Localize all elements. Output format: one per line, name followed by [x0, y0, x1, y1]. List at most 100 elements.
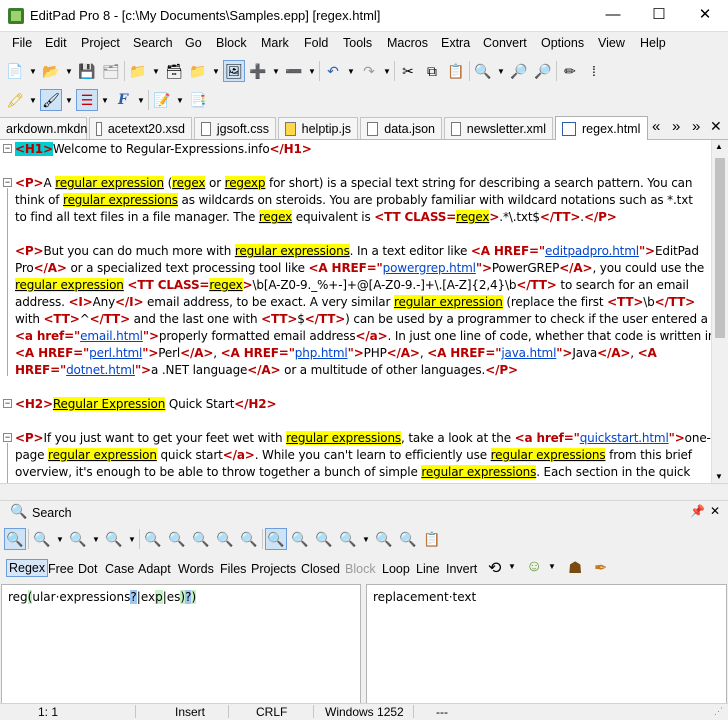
- option-adapt[interactable]: Adapt: [138, 562, 171, 576]
- fold-collapse-icon[interactable]: −: [3, 178, 12, 187]
- replace-current-icon[interactable]: 🔍: [238, 528, 260, 550]
- chevron-down-icon[interactable]: ▼: [28, 89, 38, 111]
- save-all-icon[interactable]: 🗂: [100, 60, 122, 82]
- scroll-tabs-right-icon[interactable]: »: [672, 118, 680, 135]
- menu-fold[interactable]: Fold: [304, 36, 328, 50]
- tab-regex-html[interactable]: regex.html: [555, 116, 648, 141]
- close-button[interactable]: ✕: [682, 0, 728, 32]
- find-previous-icon[interactable]: 🔍: [67, 528, 89, 550]
- replace-first-icon[interactable]: 🔍: [142, 528, 164, 550]
- scroll-up-icon[interactable]: ▲: [715, 142, 723, 151]
- fold-collapse-icon[interactable]: −: [3, 433, 12, 442]
- search-input[interactable]: reg(ular·expressions?|exp|es)?): [1, 584, 361, 704]
- resize-grip-icon[interactable]: ⋰: [714, 706, 723, 717]
- save-project-icon[interactable]: 🗃: [163, 60, 185, 82]
- copy-icon[interactable]: ⧉: [421, 60, 443, 82]
- menu-edit[interactable]: Edit: [45, 36, 67, 50]
- maximize-button[interactable]: ☐: [636, 0, 682, 32]
- find-icon[interactable]: 🔎: [508, 60, 530, 82]
- menu-go[interactable]: Go: [185, 36, 202, 50]
- tab-acetext20[interactable]: acetext20.xsd: [89, 117, 192, 139]
- option-invert[interactable]: Invert: [446, 562, 477, 576]
- clip-paste-icon[interactable]: 📑: [187, 89, 209, 111]
- chevron-down-icon[interactable]: ▼: [175, 89, 185, 111]
- search-history-icon[interactable]: 🔍: [337, 528, 359, 550]
- menu-help[interactable]: Help: [640, 36, 666, 50]
- folder-icon[interactable]: 📁: [187, 60, 209, 82]
- chevron-down-icon[interactable]: ▼: [211, 60, 221, 82]
- scroll-down-icon[interactable]: ▼: [715, 472, 723, 481]
- find-first-icon[interactable]: 🔍: [31, 528, 53, 550]
- word-wrap-icon[interactable]: ☰: [76, 89, 98, 111]
- option-closed[interactable]: Closed: [301, 562, 340, 576]
- font-icon[interactable]: F: [112, 89, 134, 111]
- menu-search[interactable]: Search: [133, 36, 173, 50]
- menu-view[interactable]: View: [598, 36, 625, 50]
- replace-input[interactable]: replacement·text: [366, 584, 727, 704]
- chevron-down-icon[interactable]: ▼: [55, 528, 65, 550]
- chevron-down-icon[interactable]: ▼: [91, 528, 101, 550]
- menu-block[interactable]: Block: [216, 36, 247, 50]
- search-list-icon[interactable]: 📋: [421, 528, 443, 550]
- chevron-down-icon[interactable]: ▼: [496, 60, 506, 82]
- vertical-scrollbar[interactable]: ▲ ▼: [711, 140, 728, 483]
- find-next-icon[interactable]: 🔎: [532, 60, 554, 82]
- regexmagic-icon[interactable]: ☗: [568, 558, 582, 578]
- fold-collapse-icon[interactable]: −: [3, 144, 12, 153]
- replace-previous-icon[interactable]: 🔍: [166, 528, 188, 550]
- chevron-down-icon[interactable]: ▼: [548, 562, 556, 571]
- chevron-down-icon[interactable]: ▼: [508, 562, 516, 571]
- syntax-color-icon[interactable]: 🖌: [40, 89, 62, 111]
- chevron-down-icon[interactable]: ▼: [64, 60, 74, 82]
- menu-extra[interactable]: Extra: [441, 36, 470, 50]
- menu-mark[interactable]: Mark: [261, 36, 289, 50]
- close-tab-icon[interactable]: ✕: [710, 118, 722, 135]
- highlight-icon[interactable]: 🖍: [4, 89, 26, 111]
- scroll-thumb[interactable]: [715, 158, 725, 338]
- panel-splitter[interactable]: [0, 483, 728, 501]
- count-matches-icon[interactable]: 🔍: [373, 528, 395, 550]
- replace-next-icon[interactable]: 🔍: [190, 528, 212, 550]
- menu-tools[interactable]: Tools: [343, 36, 372, 50]
- replace-all-icon[interactable]: 🔍: [214, 528, 236, 550]
- chevron-down-icon[interactable]: ▼: [382, 60, 392, 82]
- editor-pane[interactable]: − <H1>Welcome to Regular-Expressions.inf…: [0, 140, 711, 483]
- tab-newsletter[interactable]: newsletter.xml: [444, 117, 553, 139]
- regex-syntax-icon[interactable]: ⟲: [488, 558, 501, 578]
- status-linebreak[interactable]: CRLF: [256, 705, 287, 719]
- chevron-down-icon[interactable]: ▼: [64, 89, 74, 111]
- tab-data-json[interactable]: data.json: [360, 117, 442, 139]
- menu-file[interactable]: File: [12, 36, 32, 50]
- menu-options[interactable]: Options: [541, 36, 584, 50]
- chevron-down-icon[interactable]: ▼: [307, 60, 317, 82]
- open-project-icon[interactable]: 📁: [127, 60, 149, 82]
- status-mode[interactable]: Insert: [175, 705, 205, 719]
- undo-icon[interactable]: ↶: [322, 60, 344, 82]
- option-words[interactable]: Words: [178, 562, 214, 576]
- tab-list-icon[interactable]: »: [692, 118, 700, 135]
- tab-helptip[interactable]: helptip.js: [278, 117, 358, 139]
- chevron-down-icon[interactable]: ▼: [361, 528, 371, 550]
- fold-matches-icon[interactable]: 🔍: [289, 528, 311, 550]
- tab-markdown[interactable]: arkdown.mkdn: [0, 117, 87, 139]
- find-next-icon[interactable]: 🔍: [103, 528, 125, 550]
- menu-project[interactable]: Project: [81, 36, 120, 50]
- edit-icon[interactable]: ✏: [559, 60, 581, 82]
- menu-macros[interactable]: Macros: [387, 36, 428, 50]
- option-block[interactable]: Block: [345, 562, 376, 576]
- pin-icon[interactable]: 📌: [690, 504, 705, 518]
- tab-jgsoft[interactable]: jgsoft.css: [194, 117, 276, 139]
- close-icon[interactable]: ✕: [710, 504, 720, 518]
- option-free[interactable]: Free: [48, 562, 74, 576]
- zoom-icon[interactable]: 🔍: [472, 60, 494, 82]
- search-mode-icon[interactable]: 🔍: [4, 528, 26, 550]
- option-projects[interactable]: Projects: [251, 562, 296, 576]
- chevron-down-icon[interactable]: ▼: [151, 60, 161, 82]
- chevron-down-icon[interactable]: ▼: [100, 89, 110, 111]
- scroll-tabs-left-icon[interactable]: «: [652, 118, 660, 135]
- option-dot[interactable]: Dot: [78, 562, 97, 576]
- open-folder-icon[interactable]: 📂: [40, 60, 62, 82]
- mark-matches-icon[interactable]: 🔍: [313, 528, 335, 550]
- minimize-button[interactable]: —: [590, 0, 636, 32]
- add-file-icon[interactable]: ➕: [247, 60, 269, 82]
